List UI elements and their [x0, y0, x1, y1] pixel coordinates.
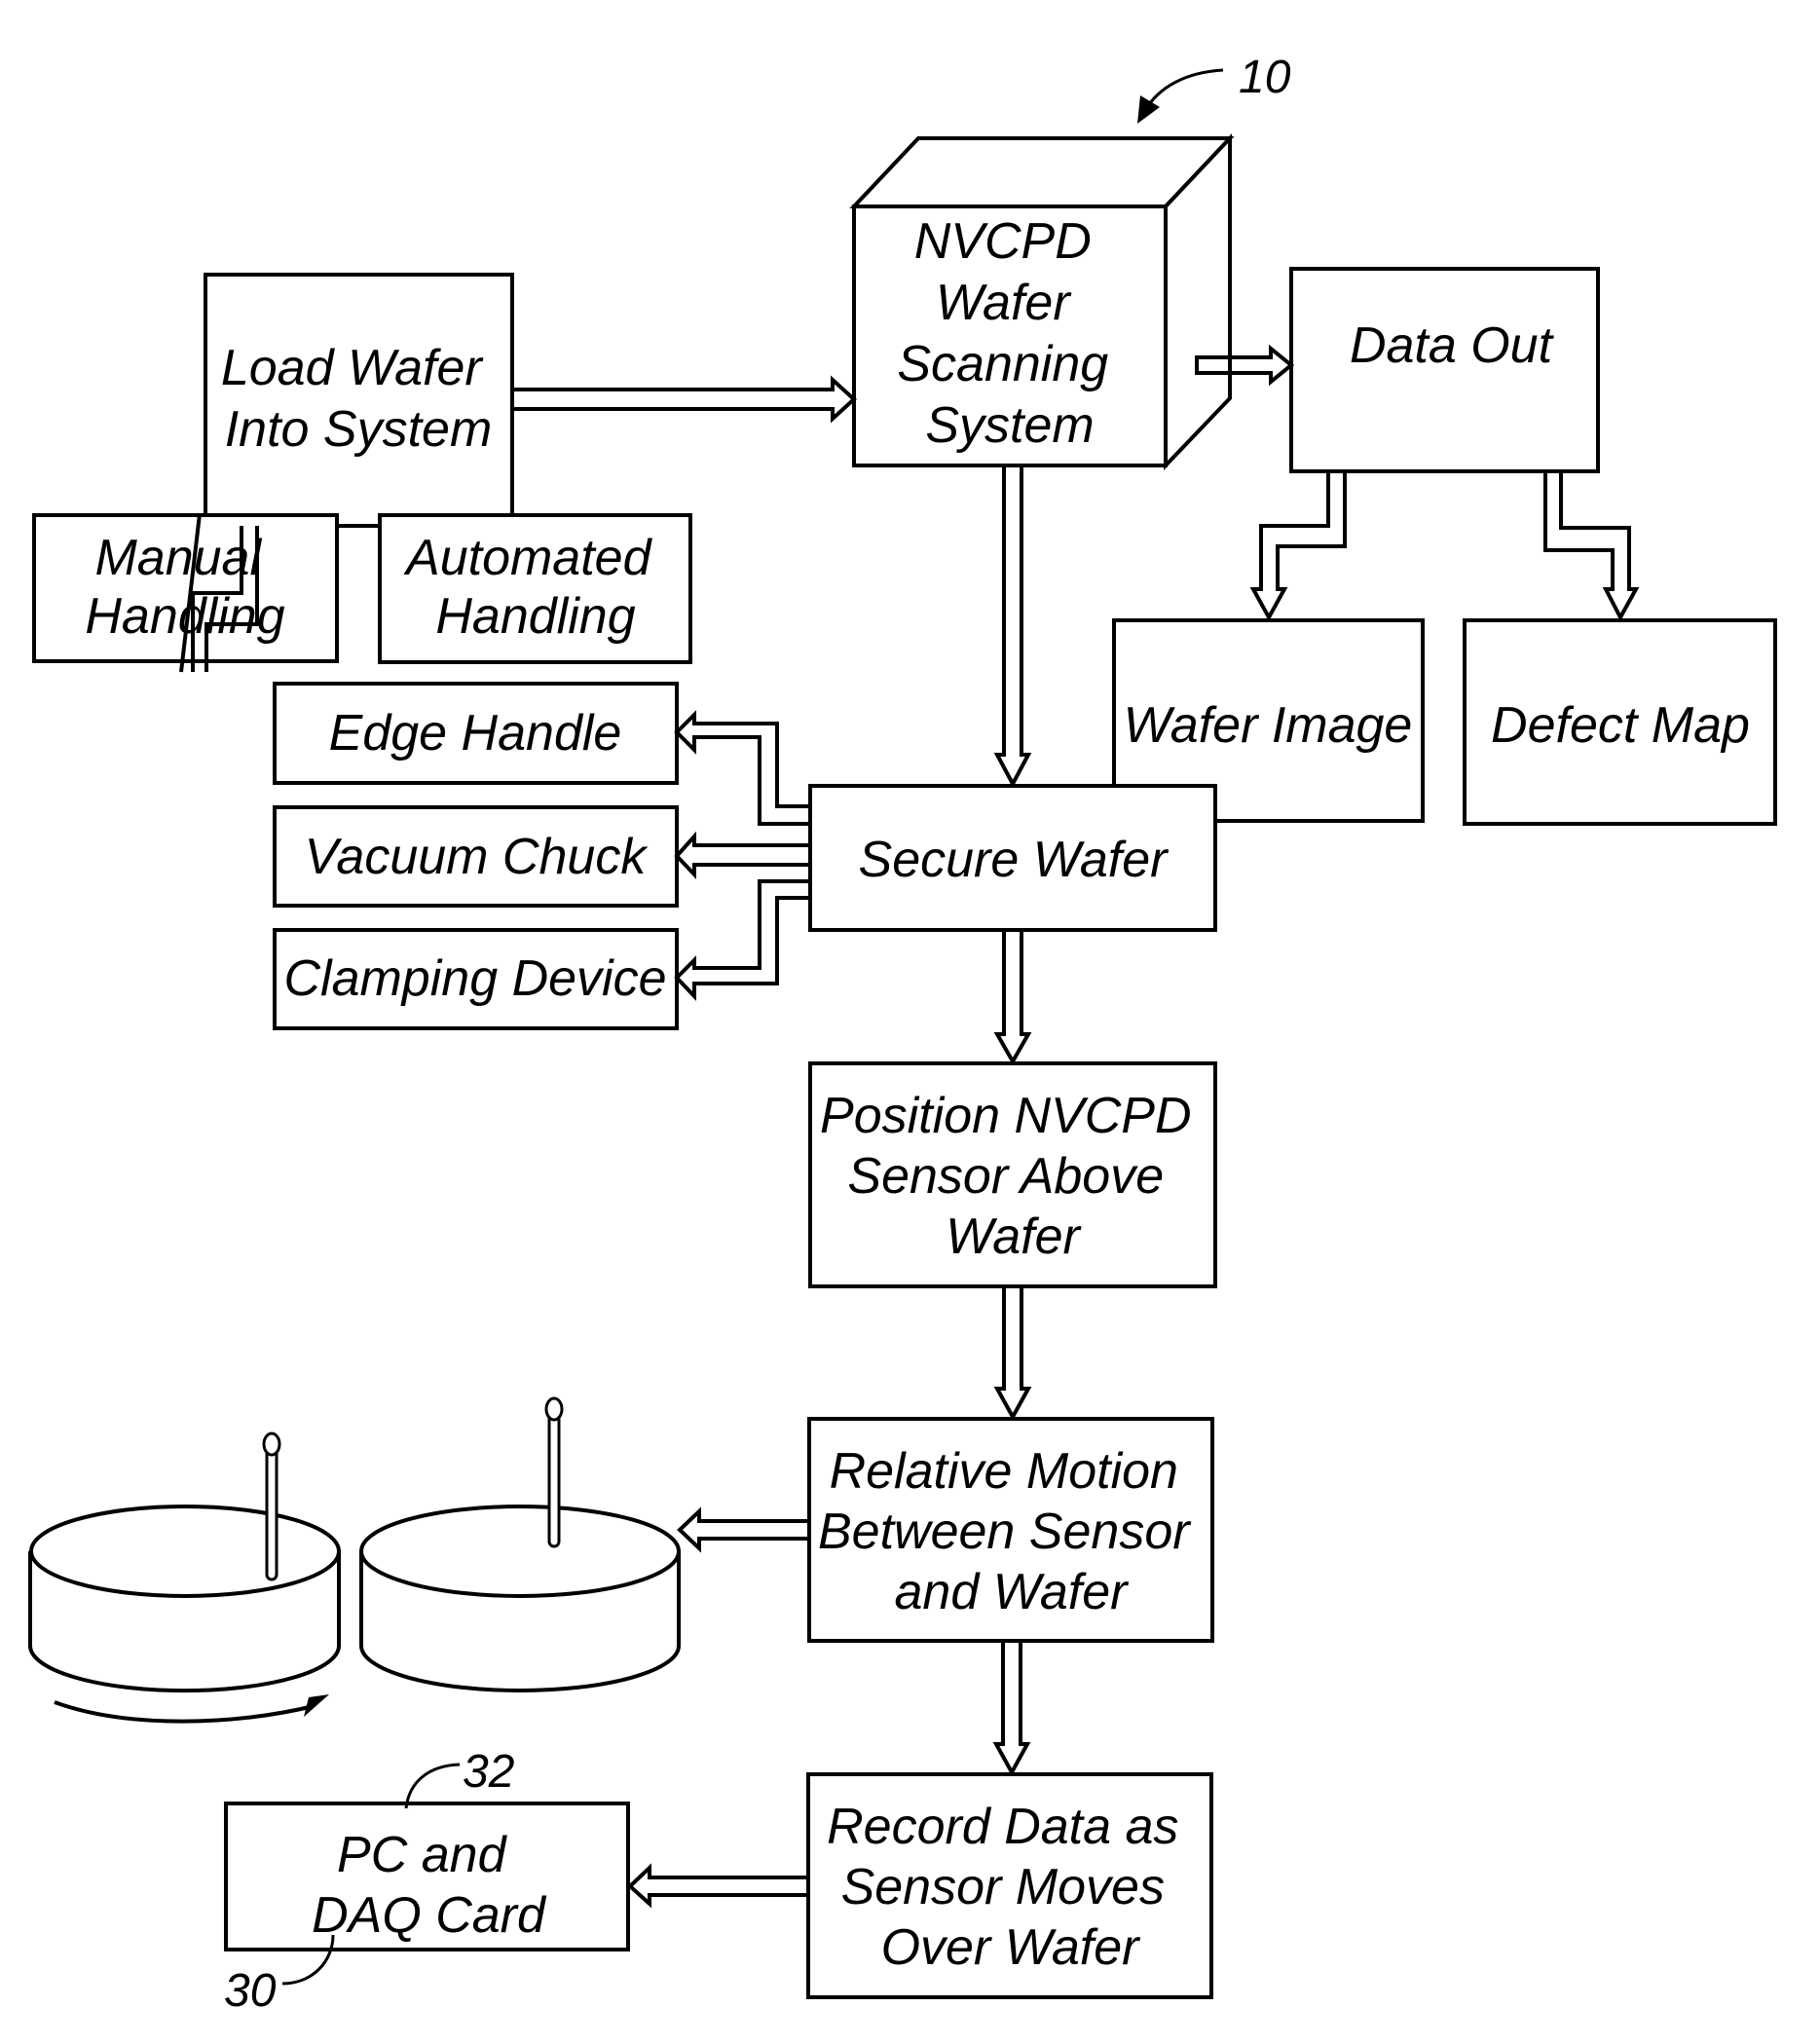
reference-32: 32 [404, 1746, 514, 1809]
rotation-arrowhead [304, 1694, 329, 1717]
ref-numeral-10: 10 [1239, 52, 1291, 103]
node-clamping-device[interactable]: Clamping Device [273, 928, 679, 1030]
node-label: Wafer Image [1124, 697, 1413, 754]
ref-numeral-32: 32 [463, 1746, 514, 1798]
node-secure-wafer[interactable]: Secure Wafer [808, 784, 1217, 932]
arrow-scanning-to-secure [993, 465, 1032, 789]
node-automated-handling[interactable]: Automated Handling [378, 513, 692, 664]
sensor-probe-icon [265, 1445, 279, 1581]
node-load-wafer[interactable]: Load Wafer Into System [204, 273, 514, 528]
node-label: Data Out [1350, 317, 1555, 374]
flow-diagram: 10 NVCPD Wafer Scanning System Load Wafe… [28, 52, 1777, 2017]
arrow-relative-to-wafers [677, 1506, 809, 1553]
arrow-dataout-to-defect [1543, 471, 1640, 622]
node-scanning-system[interactable]: NVCPD Wafer Scanning System [849, 132, 1235, 470]
node-pc-daq[interactable]: PC and DAQ Card [224, 1802, 630, 1951]
arrow-relative-to-record [992, 1641, 1031, 1777]
leader-arrowhead-10 [1137, 95, 1160, 124]
arrow-dataout-to-image [1249, 471, 1347, 622]
node-label: Edge Handle [329, 705, 622, 762]
sensor-probe-tip [262, 1431, 281, 1457]
arrow-secure-to-vacuum [674, 831, 810, 880]
illustration-stationary-wafer [359, 1396, 681, 1692]
arrow-secure-to-clamping [674, 879, 810, 1002]
sensor-probe-icon [547, 1410, 561, 1548]
ref-numeral-30: 30 [224, 1965, 277, 2017]
node-edge-handle[interactable]: Edge Handle [273, 682, 679, 785]
node-label: Defect Map [1491, 697, 1750, 754]
node-label: Record Data as Sensor Moves Over Wafer [827, 1799, 1193, 1976]
rotation-arrow-icon [54, 1700, 315, 1724]
reference-10: 10 [1137, 52, 1291, 124]
arrow-load-to-scanning [512, 375, 857, 424]
arrow-position-to-relative [993, 1286, 1032, 1422]
arrow-secure-to-position [993, 930, 1032, 1066]
arrow-record-to-pc [627, 1863, 808, 1909]
sensor-probe-tip [544, 1396, 564, 1422]
node-data-out[interactable]: Data Out [1289, 267, 1600, 473]
node-relative-motion[interactable]: Relative Motion Between Sensor and Wafer [807, 1417, 1214, 1643]
node-record-data[interactable]: Record Data as Sensor Moves Over Wafer [806, 1772, 1213, 1999]
node-position-sensor[interactable]: Position NVCPD Sensor Above Wafer [808, 1061, 1217, 1288]
node-vacuum-chuck[interactable]: Vacuum Chuck [273, 805, 679, 908]
node-label: Clamping Device [283, 950, 666, 1007]
node-defect-map[interactable]: Defect Map [1463, 618, 1777, 826]
arrow-secure-to-edge [674, 710, 810, 826]
node-label: Secure Wafer [859, 832, 1170, 888]
illustration-rotating-wafer [28, 1431, 341, 1724]
node-label: Vacuum Chuck [305, 829, 650, 885]
